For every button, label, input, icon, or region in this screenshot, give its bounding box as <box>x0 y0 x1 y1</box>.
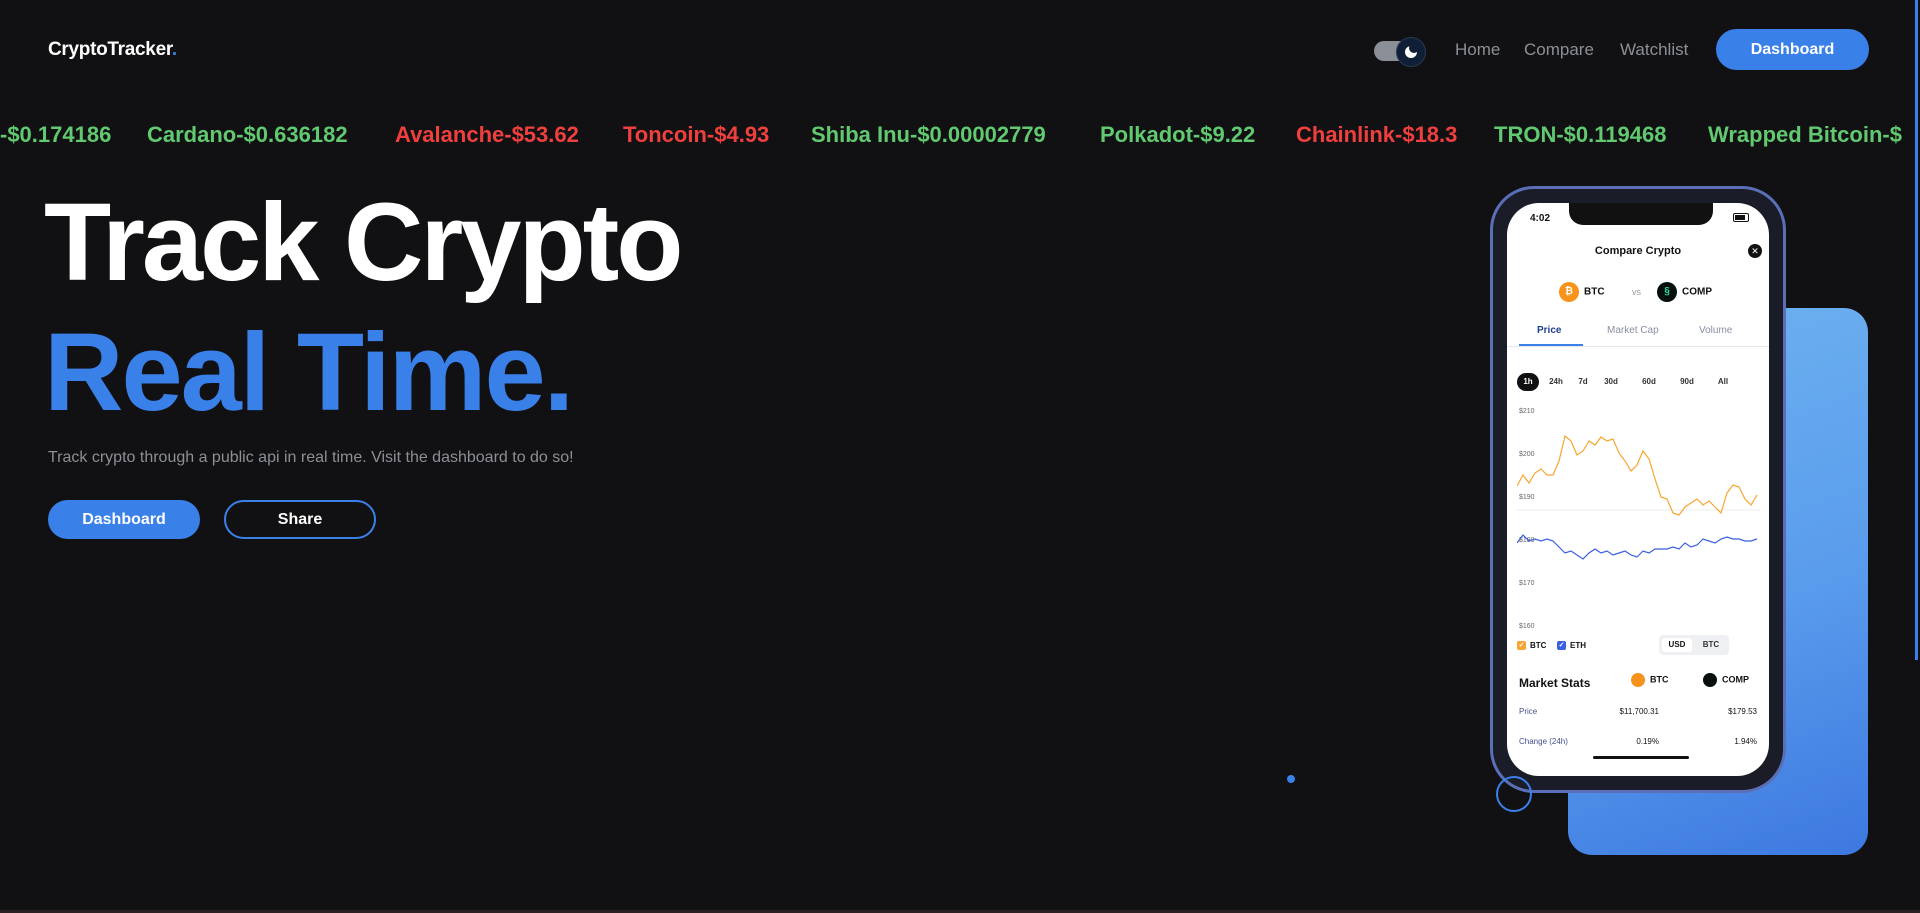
ticker-item: TRON-$0.119468 <box>1494 122 1667 147</box>
nav-link-compare[interactable]: Compare <box>1524 40 1594 60</box>
bitcoin-icon <box>1631 673 1645 687</box>
market-stats-title: Market Stats <box>1519 676 1591 690</box>
compare-title: Compare Crypto <box>1594 245 1682 257</box>
theme-toggle[interactable] <box>1374 37 1426 67</box>
range-all[interactable]: All <box>1713 373 1733 391</box>
tab-market-cap[interactable]: Market Cap <box>1607 325 1659 336</box>
close-icon[interactable]: ✕ <box>1748 244 1762 258</box>
logo-text: CryptoTracker <box>48 39 172 60</box>
share-button[interactable]: Share <box>224 500 376 539</box>
ticker-item: Toncoin-$4.93 <box>623 122 770 147</box>
stat-row-value: 0.19% <box>1636 737 1659 746</box>
bitcoin-icon: ₿ <box>1559 282 1579 302</box>
decor-dot <box>1287 775 1295 783</box>
ticker-item: Avalanche-$53.62 <box>395 122 579 147</box>
stat-row-label: Change (24h) <box>1519 737 1568 746</box>
ticker-item: -$0.174186 <box>0 122 112 147</box>
legend-label: BTC <box>1530 641 1547 650</box>
vs-label: vs <box>1632 287 1641 297</box>
ticker-item: Chainlink-$18.3 <box>1296 122 1458 147</box>
stats-col-a: BTC <box>1631 673 1669 687</box>
logo[interactable]: CryptoTracker. <box>48 39 177 61</box>
battery-icon <box>1733 213 1749 222</box>
phone-screen: 4:02 Compare Crypto ✕ ₿ BTC vs § COMP Pric… <box>1507 203 1769 776</box>
phone-time: 4:02 <box>1530 213 1551 224</box>
phone-notch <box>1569 203 1713 225</box>
hero-title-line2: Real Time. <box>44 311 574 434</box>
tabs-divider <box>1507 346 1769 347</box>
scrollbar[interactable] <box>1915 0 1918 660</box>
stat-row-value: 1.94% <box>1734 737 1757 746</box>
checkbox-icon: ✓ <box>1517 641 1526 651</box>
tab-price[interactable]: Price <box>1537 325 1561 336</box>
compound-icon: § <box>1657 282 1677 302</box>
chart-tabs: Price Market Cap Volume <box>1507 325 1769 345</box>
ticker-item: Polkadot-$9.22 <box>1100 122 1256 147</box>
dashboard-button[interactable]: Dashboard <box>48 500 200 539</box>
range-1h[interactable]: 1h <box>1517 373 1539 391</box>
hero-title-line1: Track Crypto <box>44 181 683 304</box>
coin-b-label: COMP <box>1682 286 1712 298</box>
range-30d[interactable]: 30d <box>1599 373 1623 391</box>
nav-link-home[interactable]: Home <box>1455 40 1500 60</box>
btc-series-line <box>1517 434 1758 516</box>
home-indicator <box>1593 756 1689 759</box>
range-90d[interactable]: 90d <box>1675 373 1699 391</box>
range-24h[interactable]: 24h <box>1545 373 1567 391</box>
logo-dot: . <box>171 39 177 60</box>
legend-label: ETH <box>1570 641 1586 650</box>
stat-row-label: Price <box>1519 707 1538 716</box>
hero-subtitle: Track crypto through a public api in rea… <box>48 449 574 466</box>
price-ticker: -$0.174186 Cardano-$0.636182 Avalanche-$… <box>0 122 1915 152</box>
coin-a-label: BTC <box>1584 286 1605 298</box>
checkbox-icon: ✓ <box>1557 641 1566 651</box>
nav-dashboard-button[interactable]: Dashboard <box>1716 29 1869 70</box>
stat-row-value: $11,700.31 <box>1619 707 1659 716</box>
price-chart <box>1517 434 1761 560</box>
currency-usd[interactable]: USD <box>1662 638 1692 652</box>
currency-toggle: USD BTC <box>1659 635 1729 655</box>
range-7d[interactable]: 7d <box>1573 373 1593 391</box>
stats-col-b: COMP <box>1703 673 1749 687</box>
nav-link-watchlist[interactable]: Watchlist <box>1620 40 1688 60</box>
ticker-item: Wrapped Bitcoin-$ <box>1708 122 1902 147</box>
coin-b[interactable]: § COMP <box>1657 282 1712 302</box>
compound-icon <box>1703 673 1717 687</box>
time-range-selector: 1h 24h 7d 30d 60d 90d All <box>1507 373 1769 391</box>
moon-icon <box>1396 37 1426 67</box>
range-60d[interactable]: 60d <box>1637 373 1661 391</box>
stat-row-value: $179.53 <box>1728 707 1757 716</box>
legend-eth[interactable]: ✓ ETH <box>1557 641 1586 651</box>
stats-col-b-label: COMP <box>1722 674 1749 685</box>
coin-a[interactable]: ₿ BTC <box>1559 282 1605 302</box>
tab-volume[interactable]: Volume <box>1699 325 1732 336</box>
decor-ring <box>1496 776 1532 812</box>
legend-btc[interactable]: ✓ BTC <box>1517 641 1547 651</box>
stats-col-a-label: BTC <box>1650 674 1669 685</box>
ticker-item: Cardano-$0.636182 <box>147 122 348 147</box>
eth-series-line <box>1517 534 1758 560</box>
currency-btc[interactable]: BTC <box>1696 638 1726 652</box>
phone-mockup: 4:02 Compare Crypto ✕ ₿ BTC vs § COMP Pric… <box>1490 186 1786 793</box>
ticker-item: Shiba Inu-$0.00002779 <box>811 122 1046 147</box>
